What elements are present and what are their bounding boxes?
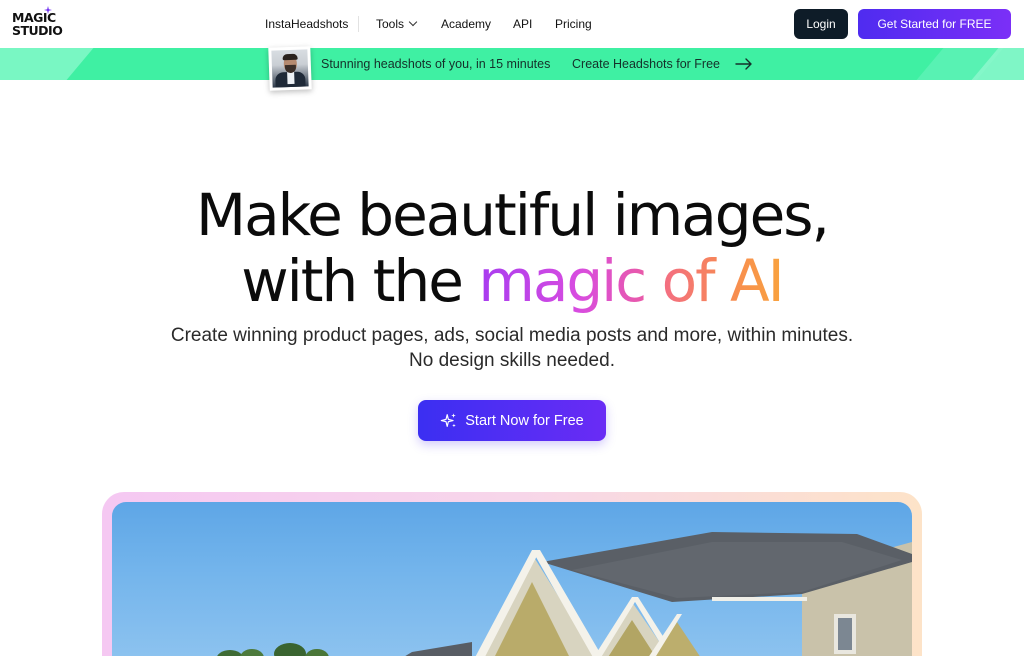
hero-title-line-1: Make beautiful images,: [196, 181, 830, 249]
arrow-right-icon[interactable]: [735, 57, 753, 71]
sparkles-icon: [441, 412, 457, 427]
nav-academy[interactable]: Academy: [441, 17, 491, 31]
get-started-button[interactable]: Get Started for FREE: [858, 9, 1011, 39]
hero-title-line-2: with the magic of AI: [0, 248, 1024, 314]
house-illustration: [217, 532, 912, 656]
nav-divider: [358, 16, 359, 32]
nav-tools[interactable]: Tools: [376, 17, 418, 31]
site-header: MAGIC STUDIO InstaHeadshots Tools Academ…: [0, 0, 1024, 48]
start-now-label: Start Now for Free: [465, 412, 584, 429]
banner-cta-link[interactable]: Create Headshots for Free: [572, 57, 720, 71]
login-button[interactable]: Login: [794, 9, 848, 39]
logo-line-2: STUDIO: [12, 23, 63, 38]
start-now-button[interactable]: Start Now for Free: [418, 400, 606, 441]
banner-decor-stripe: [0, 48, 94, 80]
hero-title-prefix: with the: [241, 247, 479, 315]
nav-pricing[interactable]: Pricing: [555, 17, 592, 31]
sparkle-star-icon: [44, 6, 52, 14]
hero-title-magic: magic: [478, 247, 647, 315]
hero-title-of-ai: of AI: [645, 247, 785, 315]
house-showcase-image: [112, 502, 912, 656]
nav-api[interactable]: API: [513, 17, 532, 31]
magic-studio-logo[interactable]: MAGIC STUDIO: [12, 6, 64, 41]
hero-subtitle-line-1: Create winning product pages, ads, socia…: [170, 325, 854, 346]
nav-tools-label: Tools: [376, 17, 405, 31]
nav-instaheadshots[interactable]: InstaHeadshots: [265, 17, 348, 31]
banner-text: Stunning headshots of you, in 15 minutes: [321, 57, 551, 71]
hero-subtitle-line-2: No design skills needed.: [409, 350, 615, 371]
chevron-down-icon: [408, 17, 418, 27]
headshot-avatar: [268, 46, 312, 91]
